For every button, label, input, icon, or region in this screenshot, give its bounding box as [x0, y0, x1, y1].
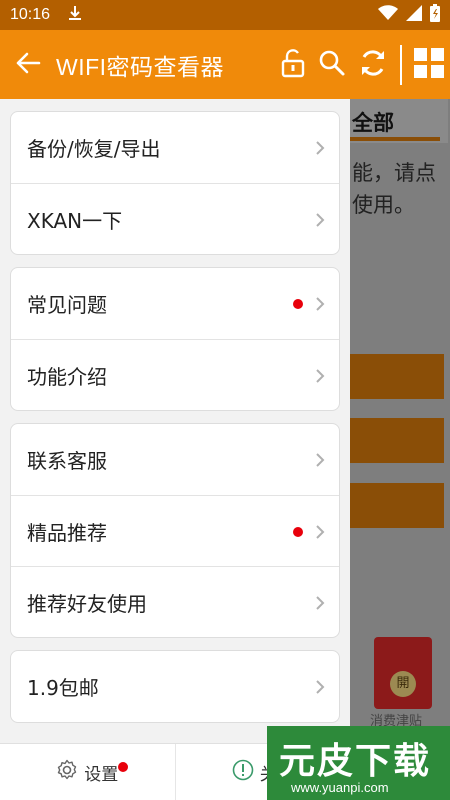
back-button[interactable]: [0, 51, 56, 79]
menu-item-backup[interactable]: 备份/恢复/导出: [11, 112, 339, 183]
chevron-right-icon: [315, 651, 325, 722]
notification-dot: [118, 762, 128, 772]
signal-icon: [406, 5, 422, 25]
menu-item-label: 备份/恢复/导出: [27, 137, 161, 161]
refresh-button[interactable]: [358, 48, 388, 82]
red-packet-open: 開: [390, 671, 416, 697]
battery-icon: [430, 4, 440, 26]
orange-button: [348, 483, 444, 528]
orange-button: [348, 418, 444, 463]
settings-button[interactable]: 设置: [0, 744, 175, 800]
background-text: 能，请点 使用。: [352, 161, 436, 217]
app-bar: WIFI密码查看器: [0, 30, 450, 99]
menu-item-features[interactable]: 功能介绍: [11, 339, 339, 410]
menu-item-faq[interactable]: 常见问题: [11, 268, 339, 339]
settings-label: 设置: [84, 764, 119, 785]
menu-group: 备份/恢复/导出 XKAN一下: [10, 111, 340, 255]
wifi-icon: [378, 5, 398, 25]
menu-item-label: XKAN一下: [27, 208, 123, 233]
menu-item-label: 1.9包邮: [27, 676, 99, 700]
info-icon: [232, 759, 254, 786]
app-title: WIFI密码查看器: [56, 53, 225, 80]
gear-icon: [56, 759, 78, 786]
notification-dot: [293, 299, 303, 309]
chevron-right-icon: [315, 340, 325, 410]
unlock-button[interactable]: [280, 48, 306, 82]
menu-group: 常见问题 功能介绍: [10, 267, 340, 411]
status-time: 10:16: [10, 6, 51, 23]
menu-group: 联系客服 精品推荐 推荐好友使用: [10, 423, 340, 638]
arrow-left-icon: [15, 51, 41, 79]
chevron-right-icon: [315, 496, 325, 567]
chevron-right-icon: [315, 424, 325, 495]
menu-item-label: 精品推荐: [27, 520, 107, 545]
menu-group: 1.9包邮: [10, 650, 340, 723]
download-icon: [68, 5, 82, 25]
orange-button: [348, 354, 444, 399]
menu-item-promo[interactable]: 1.9包邮: [11, 651, 339, 722]
watermark-title: 元皮下载: [279, 741, 432, 782]
menu-item-label: 功能介绍: [27, 364, 107, 389]
menu-item-label: 推荐好友使用: [27, 591, 147, 616]
menu-item-label: 常见问题: [27, 293, 107, 317]
chevron-right-icon: [315, 268, 325, 339]
menu-item-recommended[interactable]: 精品推荐: [11, 495, 339, 566]
chevron-right-icon: [315, 567, 325, 637]
red-packet: 開: [374, 637, 432, 709]
menu-item-share[interactable]: 推荐好友使用: [11, 566, 339, 637]
navigation-drawer: 备份/恢复/导出 XKAN一下 常见问题 功能介绍 联系客服 精品推荐 推荐好友…: [0, 99, 350, 800]
notification-dot: [293, 527, 303, 537]
search-button[interactable]: [318, 49, 346, 81]
watermark-url: www.yuanpi.com: [291, 780, 389, 795]
divider: [400, 44, 402, 85]
grid-menu-button[interactable]: [414, 47, 444, 82]
chevron-right-icon: [315, 112, 325, 183]
menu-item-xkan[interactable]: XKAN一下: [11, 183, 339, 254]
chevron-right-icon: [315, 184, 325, 254]
watermark-logo: 元皮下载 www.yuanpi.com: [267, 726, 450, 800]
tab-indicator: [350, 137, 440, 141]
menu-item-support[interactable]: 联系客服: [11, 424, 339, 495]
status-bar: 10:16: [0, 0, 450, 30]
menu-item-label: 联系客服: [27, 449, 107, 473]
